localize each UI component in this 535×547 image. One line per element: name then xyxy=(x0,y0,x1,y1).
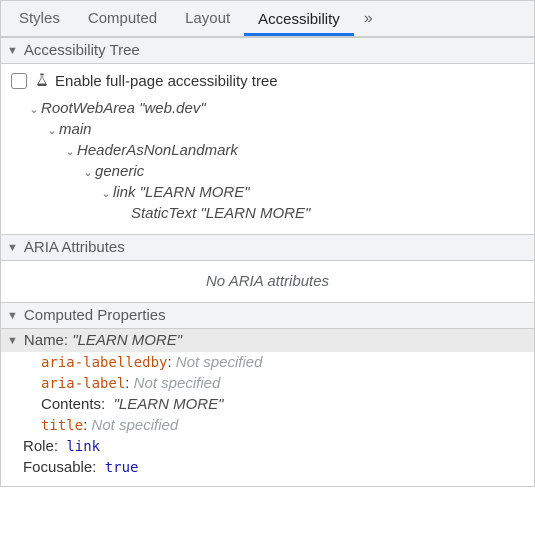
tree-node-link[interactable]: ⌄ link "LEARN MORE" xyxy=(11,182,524,203)
expand-toggle-icon[interactable]: ⌄ xyxy=(81,166,95,179)
accessibility-tree: Enable full-page accessibility tree ⌄ Ro… xyxy=(1,64,534,234)
tab-strip: Styles Computed Layout Accessibility » xyxy=(1,1,534,37)
node-role: link xyxy=(113,184,136,201)
aria-empty-message: No ARIA attributes xyxy=(1,261,534,302)
tab-layout[interactable]: Layout xyxy=(171,2,244,36)
prop-aria-label: aria-label: Not specified xyxy=(1,373,534,394)
prop-focusable: Focusable: true xyxy=(1,457,534,478)
role-label: Role: xyxy=(23,438,58,455)
checkbox[interactable] xyxy=(11,73,27,89)
node-role: RootWebArea xyxy=(41,100,135,117)
expand-toggle-icon[interactable]: ⌄ xyxy=(45,124,59,137)
prop-key: aria-label xyxy=(41,376,125,392)
node-role: main xyxy=(59,121,92,138)
tree-node-statictext[interactable]: StaticText "LEARN MORE" xyxy=(11,203,524,224)
node-name: "LEARN MORE" xyxy=(140,184,250,201)
role-value: link xyxy=(66,439,100,455)
computed-properties: ▼ Name: "LEARN MORE" aria-labelledby: No… xyxy=(1,329,534,486)
section-header-computed[interactable]: ▼ Computed Properties xyxy=(1,302,534,329)
disclosure-triangle-icon: ▼ xyxy=(7,45,18,57)
prop-key: aria-labelledby xyxy=(41,355,167,371)
section-header-tree[interactable]: ▼ Accessibility Tree xyxy=(1,37,534,64)
disclosure-triangle-icon: ▼ xyxy=(7,242,18,254)
accessibility-panel: Styles Computed Layout Accessibility » ▼… xyxy=(0,0,535,487)
prop-value: Not specified xyxy=(176,354,263,371)
focusable-label: Focusable: xyxy=(23,459,96,476)
tab-label: Styles xyxy=(19,10,60,27)
expand-toggle-icon[interactable]: ⌄ xyxy=(27,103,41,116)
prop-value: "LEARN MORE" xyxy=(114,396,224,413)
tab-styles[interactable]: Styles xyxy=(5,2,74,36)
node-role: StaticText xyxy=(131,205,196,222)
tab-label: Computed xyxy=(88,10,157,27)
prop-aria-labelledby: aria-labelledby: Not specified xyxy=(1,352,534,373)
expand-toggle-icon[interactable]: ⌄ xyxy=(99,187,113,200)
tab-computed[interactable]: Computed xyxy=(74,2,171,36)
prop-value: Not specified xyxy=(92,417,179,434)
tab-accessibility[interactable]: Accessibility xyxy=(244,2,354,36)
enable-full-page-tree-row[interactable]: Enable full-page accessibility tree xyxy=(11,70,524,98)
computed-name-row[interactable]: ▼ Name: "LEARN MORE" xyxy=(1,329,534,352)
tree-node-main[interactable]: ⌄ main xyxy=(11,119,524,140)
node-name: "LEARN MORE" xyxy=(200,205,310,222)
node-role: generic xyxy=(95,163,144,180)
checkbox-label: Enable full-page accessibility tree xyxy=(55,73,278,90)
prop-key: Contents: xyxy=(41,396,105,413)
tab-label: Accessibility xyxy=(258,11,340,28)
name-value: "LEARN MORE" xyxy=(72,332,182,349)
tree-node-generic[interactable]: ⌄ generic xyxy=(11,161,524,182)
focusable-value: true xyxy=(105,460,139,476)
tree-node-header[interactable]: ⌄ HeaderAsNonLandmark xyxy=(11,140,524,161)
flask-icon xyxy=(35,72,49,90)
section-title: ARIA Attributes xyxy=(24,239,125,256)
prop-key: title xyxy=(41,418,83,434)
disclosure-triangle-icon: ▼ xyxy=(7,335,18,347)
prop-contents: Contents: "LEARN MORE" xyxy=(1,394,534,415)
more-tabs-button[interactable]: » xyxy=(354,10,383,28)
section-title: Computed Properties xyxy=(24,307,166,324)
disclosure-triangle-icon: ▼ xyxy=(7,310,18,322)
chevron-right-icon: » xyxy=(364,10,373,27)
section-header-aria[interactable]: ▼ ARIA Attributes xyxy=(1,234,534,261)
tree-node-rootwebarea[interactable]: ⌄ RootWebArea "web.dev" xyxy=(11,98,524,119)
expand-toggle-icon[interactable]: ⌄ xyxy=(63,145,77,158)
section-title: Accessibility Tree xyxy=(24,42,140,59)
tab-label: Layout xyxy=(185,10,230,27)
name-label: Name: xyxy=(24,332,68,349)
node-role: HeaderAsNonLandmark xyxy=(77,142,238,159)
prop-role: Role: link xyxy=(1,436,534,457)
node-name: "web.dev" xyxy=(139,100,206,117)
prop-title: title: Not specified xyxy=(1,415,534,436)
prop-value: Not specified xyxy=(134,375,221,392)
